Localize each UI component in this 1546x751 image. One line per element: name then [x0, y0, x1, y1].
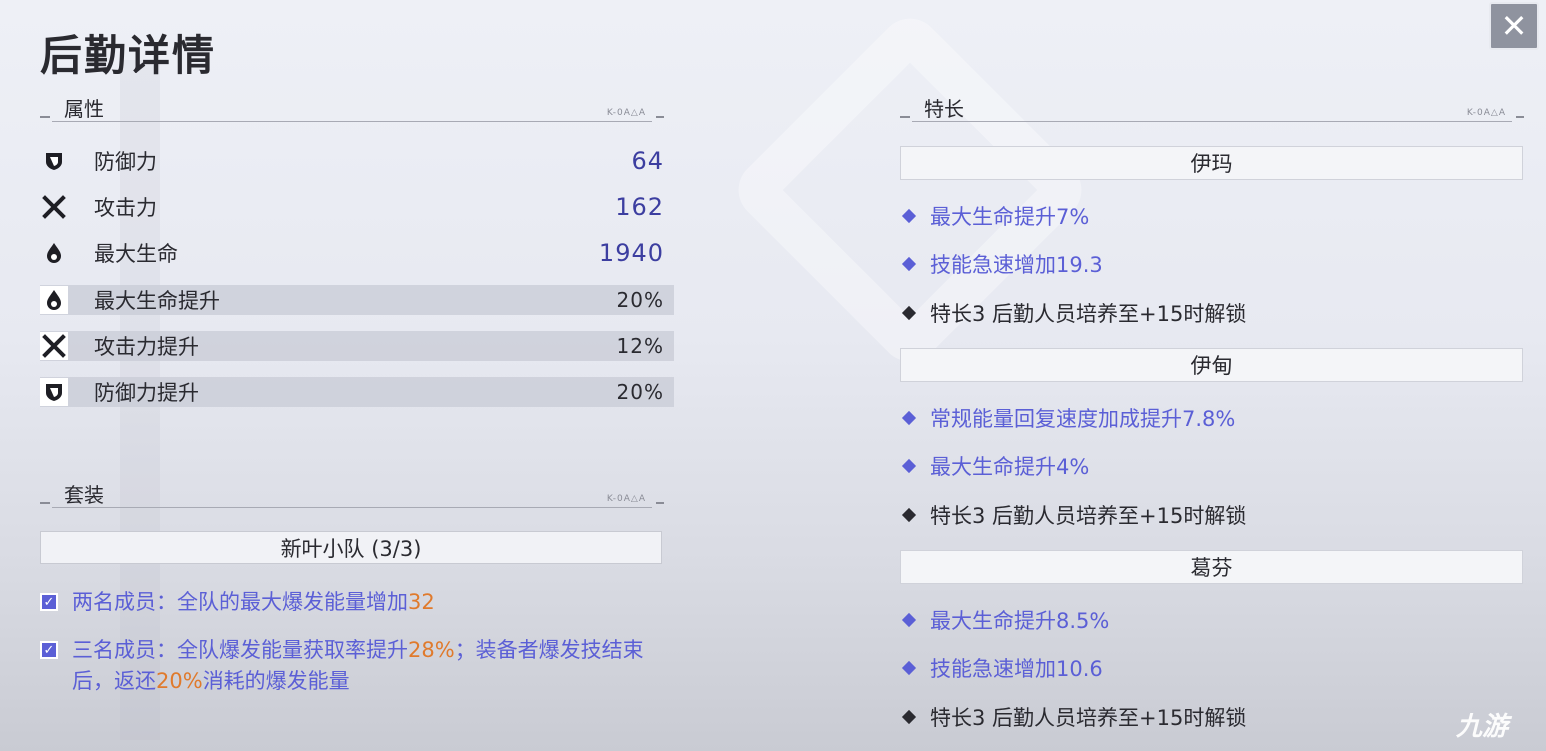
diamond-icon — [901, 709, 917, 725]
set-effect-3pc: ✓ 三名成员：全队爆发能量获取率提升28%；装备者爆发技结束后，返还20%消耗的… — [40, 635, 680, 697]
droplet-icon — [40, 286, 68, 314]
trait-item-locked: 特长3 后勤人员培养至+15时解锁 — [900, 702, 1246, 732]
stat-row-attack: 攻击力 162 — [40, 192, 674, 222]
header-code: K-0A△A — [1466, 108, 1506, 118]
attributes-title: 属性 — [64, 97, 104, 121]
traits-title: 特长 — [924, 97, 964, 121]
header-code: K-0A△A — [606, 494, 646, 504]
trait-item-locked: 特长3 后勤人员培养至+15时解锁 — [900, 298, 1246, 328]
crossed-swords-icon — [40, 332, 68, 360]
checkbox-icon: ✓ — [40, 641, 58, 659]
diamond-icon — [901, 458, 917, 474]
attributes-header: 属性 K-0A△A — [40, 92, 664, 122]
stat-row-max-hp-boost: 最大生命提升 20% — [40, 285, 674, 315]
diamond-icon — [901, 507, 917, 523]
traits-header: 特长 K-0A△A — [900, 92, 1524, 122]
character-bar-eden: 伊甸 — [900, 348, 1523, 382]
stat-row-max-hp: 最大生命 1940 — [40, 238, 674, 268]
stat-row-defense-boost: 防御力提升 20% — [40, 377, 674, 407]
header-code: K-0A△A — [606, 108, 646, 118]
diamond-icon — [901, 612, 917, 628]
diamond-icon — [901, 410, 917, 426]
close-icon: ✕ — [1500, 7, 1528, 45]
trait-item: 常规能量回复速度加成提升7.8% — [900, 403, 1235, 433]
character-bar-goefin: 葛芬 — [900, 550, 1523, 584]
trait-item: 最大生命提升7% — [900, 201, 1089, 231]
set-header: 套装 K-0A△A — [40, 478, 664, 508]
diamond-icon — [901, 256, 917, 272]
set-title: 套装 — [64, 483, 104, 507]
diamond-icon — [901, 305, 917, 321]
checkbox-icon: ✓ — [40, 593, 58, 611]
trait-item: 最大生命提升4% — [900, 451, 1089, 481]
trait-item-locked: 特长3 后勤人员培养至+15时解锁 — [900, 500, 1246, 530]
trait-item: 技能急速增加10.6 — [900, 653, 1103, 683]
stat-row-attack-boost: 攻击力提升 12% — [40, 331, 674, 361]
stat-row-defense: 防御力 64 — [40, 146, 674, 176]
close-button[interactable]: ✕ — [1489, 2, 1539, 50]
trait-item: 技能急速增加19.3 — [900, 249, 1103, 279]
set-effect-2pc: ✓ 两名成员：全队的最大爆发能量增加32 — [40, 587, 680, 618]
watermark-logo: 九游 — [1456, 712, 1509, 742]
character-bar-ima: 伊玛 — [900, 146, 1523, 180]
shield-icon — [40, 147, 68, 175]
shield-icon — [40, 378, 68, 406]
crossed-swords-icon — [40, 193, 68, 221]
set-name-bar: 新叶小队 (3/3) — [40, 531, 662, 564]
trait-item: 最大生命提升8.5% — [900, 605, 1109, 635]
page-title: 后勤详情 — [40, 31, 217, 80]
droplet-icon — [40, 239, 68, 267]
diamond-icon — [901, 660, 917, 676]
diamond-icon — [901, 208, 917, 224]
